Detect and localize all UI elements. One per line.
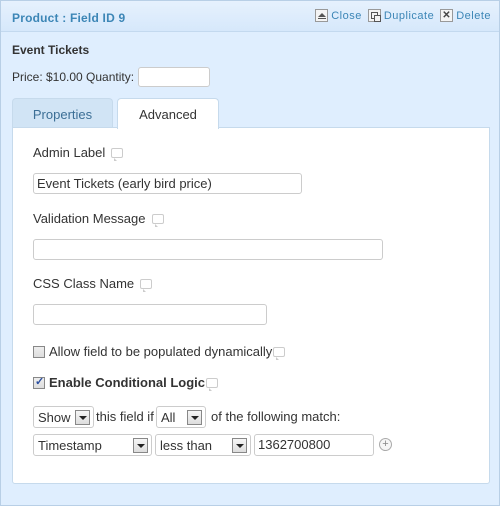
field-title: Product : Field ID 9 bbox=[12, 11, 126, 25]
dropdown-arrow-icon bbox=[187, 410, 202, 425]
logic-text-end: of the following match: bbox=[211, 409, 341, 424]
close-label: Close bbox=[331, 9, 362, 22]
css-class-text: CSS Class Name bbox=[33, 276, 135, 291]
logic-action-select[interactable]: Show bbox=[33, 406, 94, 428]
tab-properties[interactable]: Properties bbox=[12, 98, 113, 128]
admin-label-input[interactable]: Event Tickets (early bird price) bbox=[33, 173, 302, 194]
tooltip-icon[interactable] bbox=[140, 278, 153, 292]
logic-match-value: All bbox=[161, 410, 176, 425]
preview-field-label: Event Tickets bbox=[12, 43, 90, 57]
tooltip-icon[interactable] bbox=[273, 346, 286, 360]
dropdown-arrow-icon bbox=[133, 438, 148, 453]
delete-label: Delete bbox=[456, 9, 491, 22]
admin-label-label: Admin Label bbox=[33, 145, 124, 161]
populate-dynamic-checkbox[interactable] bbox=[33, 345, 45, 358]
logic-text-mid: this field if bbox=[96, 409, 154, 424]
delete-button[interactable]: ✕ Delete bbox=[440, 9, 491, 22]
field-header: Product : Field ID 9 Close Duplicate ✕ D… bbox=[1, 1, 499, 32]
header-actions: Close Duplicate ✕ Delete bbox=[309, 9, 491, 22]
add-rule-icon[interactable]: + bbox=[379, 438, 392, 451]
field-editor-frame: Product : Field ID 9 Close Duplicate ✕ D… bbox=[0, 0, 500, 506]
tooltip-icon[interactable] bbox=[151, 213, 164, 227]
rule-field-value: Timestamp bbox=[38, 438, 102, 453]
preview-price-row: Price: $10.00 Quantity: bbox=[12, 67, 211, 87]
collapse-icon bbox=[315, 9, 329, 22]
conditional-logic-label[interactable]: Enable Conditional Logic bbox=[49, 375, 205, 390]
advanced-panel: Admin Label Event Tickets (early bird pr… bbox=[12, 127, 490, 484]
admin-label-text: Admin Label bbox=[33, 145, 106, 160]
tooltip-icon[interactable] bbox=[206, 377, 218, 391]
rule-field-select[interactable]: Timestamp bbox=[33, 434, 152, 456]
validation-message-text: Validation Message bbox=[33, 211, 146, 226]
rule-operator-value: less than bbox=[160, 438, 213, 453]
dropdown-arrow-icon bbox=[232, 438, 247, 453]
duplicate-label: Duplicate bbox=[383, 9, 435, 22]
tab-advanced[interactable]: Advanced bbox=[117, 98, 219, 129]
conditional-logic-row: Enable Conditional Logic bbox=[33, 375, 218, 391]
css-class-label: CSS Class Name bbox=[33, 276, 153, 292]
conditional-logic-checkbox[interactable] bbox=[33, 375, 45, 389]
logic-action-value: Show bbox=[38, 410, 71, 425]
css-class-input[interactable] bbox=[33, 304, 267, 325]
populate-dynamic-row: Allow field to be populated dynamically bbox=[33, 344, 286, 360]
populate-dynamic-label[interactable]: Allow field to be populated dynamically bbox=[49, 344, 272, 359]
duplicate-button[interactable]: Duplicate bbox=[367, 9, 435, 22]
validation-message-input[interactable] bbox=[33, 239, 383, 260]
dropdown-arrow-icon bbox=[75, 410, 90, 425]
rule-value-input[interactable]: 1362700800 bbox=[254, 434, 374, 456]
close-button[interactable]: Close bbox=[315, 9, 362, 22]
tooltip-icon[interactable] bbox=[111, 147, 124, 161]
quantity-input[interactable] bbox=[138, 67, 211, 87]
duplicate-icon bbox=[367, 9, 381, 22]
delete-x-icon: ✕ bbox=[440, 9, 454, 22]
validation-message-label: Validation Message bbox=[33, 211, 164, 227]
price-text: Price: $10.00 Quantity: bbox=[12, 70, 135, 84]
rule-operator-select[interactable]: less than bbox=[155, 434, 251, 456]
logic-match-select[interactable]: All bbox=[156, 406, 206, 428]
